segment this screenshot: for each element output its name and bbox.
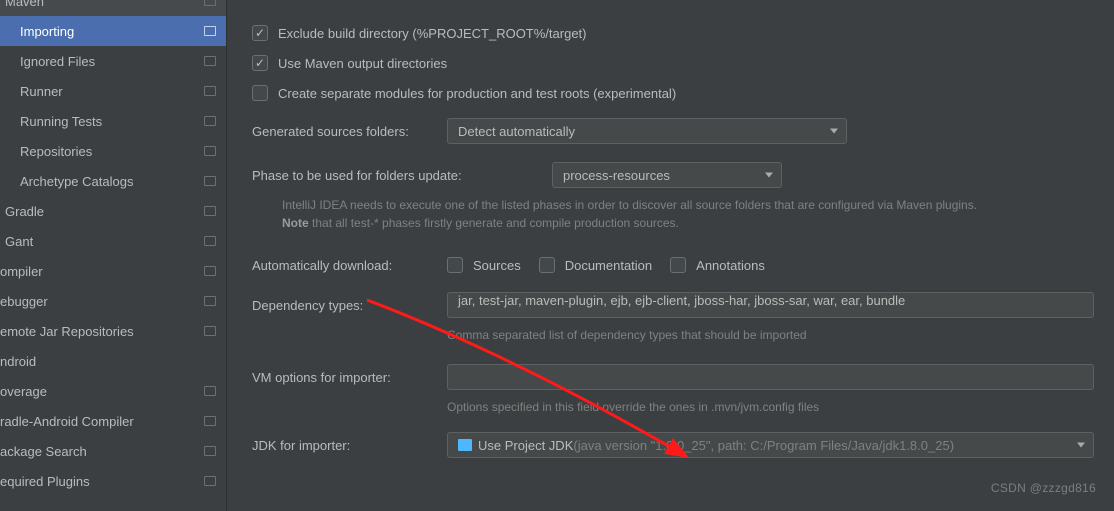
sidebar-item-gant[interactable]: Gant xyxy=(0,226,226,256)
sidebar-item-remote-jar[interactable]: emote Jar Repositories xyxy=(0,316,226,346)
settings-sidebar: Maven Importing Ignored Files Runner Run… xyxy=(0,0,227,511)
vm-options-label: VM options for importer: xyxy=(252,370,447,385)
sidebar-item-debugger[interactable]: ebugger xyxy=(0,286,226,316)
sidebar-item-required-plugins[interactable]: equired Plugins xyxy=(0,466,226,496)
checkbox-annotations[interactable] xyxy=(670,257,686,273)
project-indicator-icon xyxy=(204,26,216,36)
project-indicator-icon xyxy=(204,236,216,246)
checkbox-documentation-label: Documentation xyxy=(565,258,652,273)
sidebar-item-coverage[interactable]: overage xyxy=(0,376,226,406)
checkbox-annotations-label: Annotations xyxy=(696,258,765,273)
settings-content: Exclude build directory (%PROJECT_ROOT%/… xyxy=(227,0,1114,511)
sidebar-item-package-search[interactable]: ackage Search xyxy=(0,436,226,466)
sidebar-item-maven[interactable]: Maven xyxy=(0,0,226,16)
auto-download-label: Automatically download: xyxy=(252,258,447,273)
phase-label: Phase to be used for folders update: xyxy=(252,168,552,183)
watermark: CSDN @zzzgd816 xyxy=(991,481,1096,495)
checkbox-label: Exclude build directory (%PROJECT_ROOT%/… xyxy=(278,26,586,41)
dependency-types-label: Dependency types: xyxy=(252,298,447,313)
project-indicator-icon xyxy=(204,146,216,156)
sidebar-item-android[interactable]: ndroid xyxy=(0,346,226,376)
dependency-hint: Comma separated list of dependency types… xyxy=(447,326,1094,344)
checkbox-exclude[interactable] xyxy=(252,25,268,41)
checkbox-usemaven[interactable] xyxy=(252,55,268,71)
sidebar-item-gradle[interactable]: Gradle xyxy=(0,196,226,226)
project-indicator-icon xyxy=(204,446,216,456)
jdk-importer-label: JDK for importer: xyxy=(252,438,447,453)
project-indicator-icon xyxy=(204,266,216,276)
sidebar-item-importing[interactable]: Importing xyxy=(0,16,226,46)
project-indicator-icon xyxy=(204,176,216,186)
phase-hint-1: IntelliJ IDEA needs to execute one of th… xyxy=(282,196,1094,214)
generated-sources-select[interactable]: Detect automatically xyxy=(447,118,847,144)
sidebar-item-ignored-files[interactable]: Ignored Files xyxy=(0,46,226,76)
checkbox-sources[interactable] xyxy=(447,257,463,273)
sidebar-item-compiler[interactable]: ompiler xyxy=(0,256,226,286)
checkbox-row-usemaven[interactable]: Use Maven output directories xyxy=(252,48,1094,78)
project-indicator-icon xyxy=(204,116,216,126)
dependency-types-input[interactable]: jar, test-jar, maven-plugin, ejb, ejb-cl… xyxy=(447,292,1094,318)
project-indicator-icon xyxy=(204,416,216,426)
project-indicator-icon xyxy=(204,326,216,336)
checkbox-separate[interactable] xyxy=(252,85,268,101)
project-indicator-icon xyxy=(204,296,216,306)
project-indicator-icon xyxy=(204,476,216,486)
jdk-importer-select[interactable]: Use Project JDK (java version "1.8.0_25"… xyxy=(447,432,1094,458)
vm-options-input[interactable] xyxy=(447,364,1094,390)
checkbox-label: Use Maven output directories xyxy=(278,56,447,71)
sidebar-item-gradle-android[interactable]: radle-Android Compiler xyxy=(0,406,226,436)
sidebar-item-repositories[interactable]: Repositories xyxy=(0,136,226,166)
checkbox-documentation[interactable] xyxy=(539,257,555,273)
checkbox-sources-label: Sources xyxy=(473,258,521,273)
generated-sources-label: Generated sources folders: xyxy=(252,124,447,139)
sidebar-item-running-tests[interactable]: Running Tests xyxy=(0,106,226,136)
folder-icon xyxy=(458,439,472,451)
phase-select[interactable]: process-resources xyxy=(552,162,782,188)
sidebar-item-archetype-catalogs[interactable]: Archetype Catalogs xyxy=(0,166,226,196)
vm-options-hint: Options specified in this field override… xyxy=(447,398,1094,416)
project-indicator-icon xyxy=(204,86,216,96)
checkbox-row-separate[interactable]: Create separate modules for production a… xyxy=(252,78,1094,108)
phase-hint-2: Note that all test-* phases firstly gene… xyxy=(282,214,1094,232)
project-indicator-icon xyxy=(204,386,216,396)
checkbox-label: Create separate modules for production a… xyxy=(278,86,676,101)
project-indicator-icon xyxy=(204,206,216,216)
project-indicator-icon xyxy=(204,0,216,6)
sidebar-item-runner[interactable]: Runner xyxy=(0,76,226,106)
project-indicator-icon xyxy=(204,56,216,66)
checkbox-row-exclude[interactable]: Exclude build directory (%PROJECT_ROOT%/… xyxy=(252,18,1094,48)
